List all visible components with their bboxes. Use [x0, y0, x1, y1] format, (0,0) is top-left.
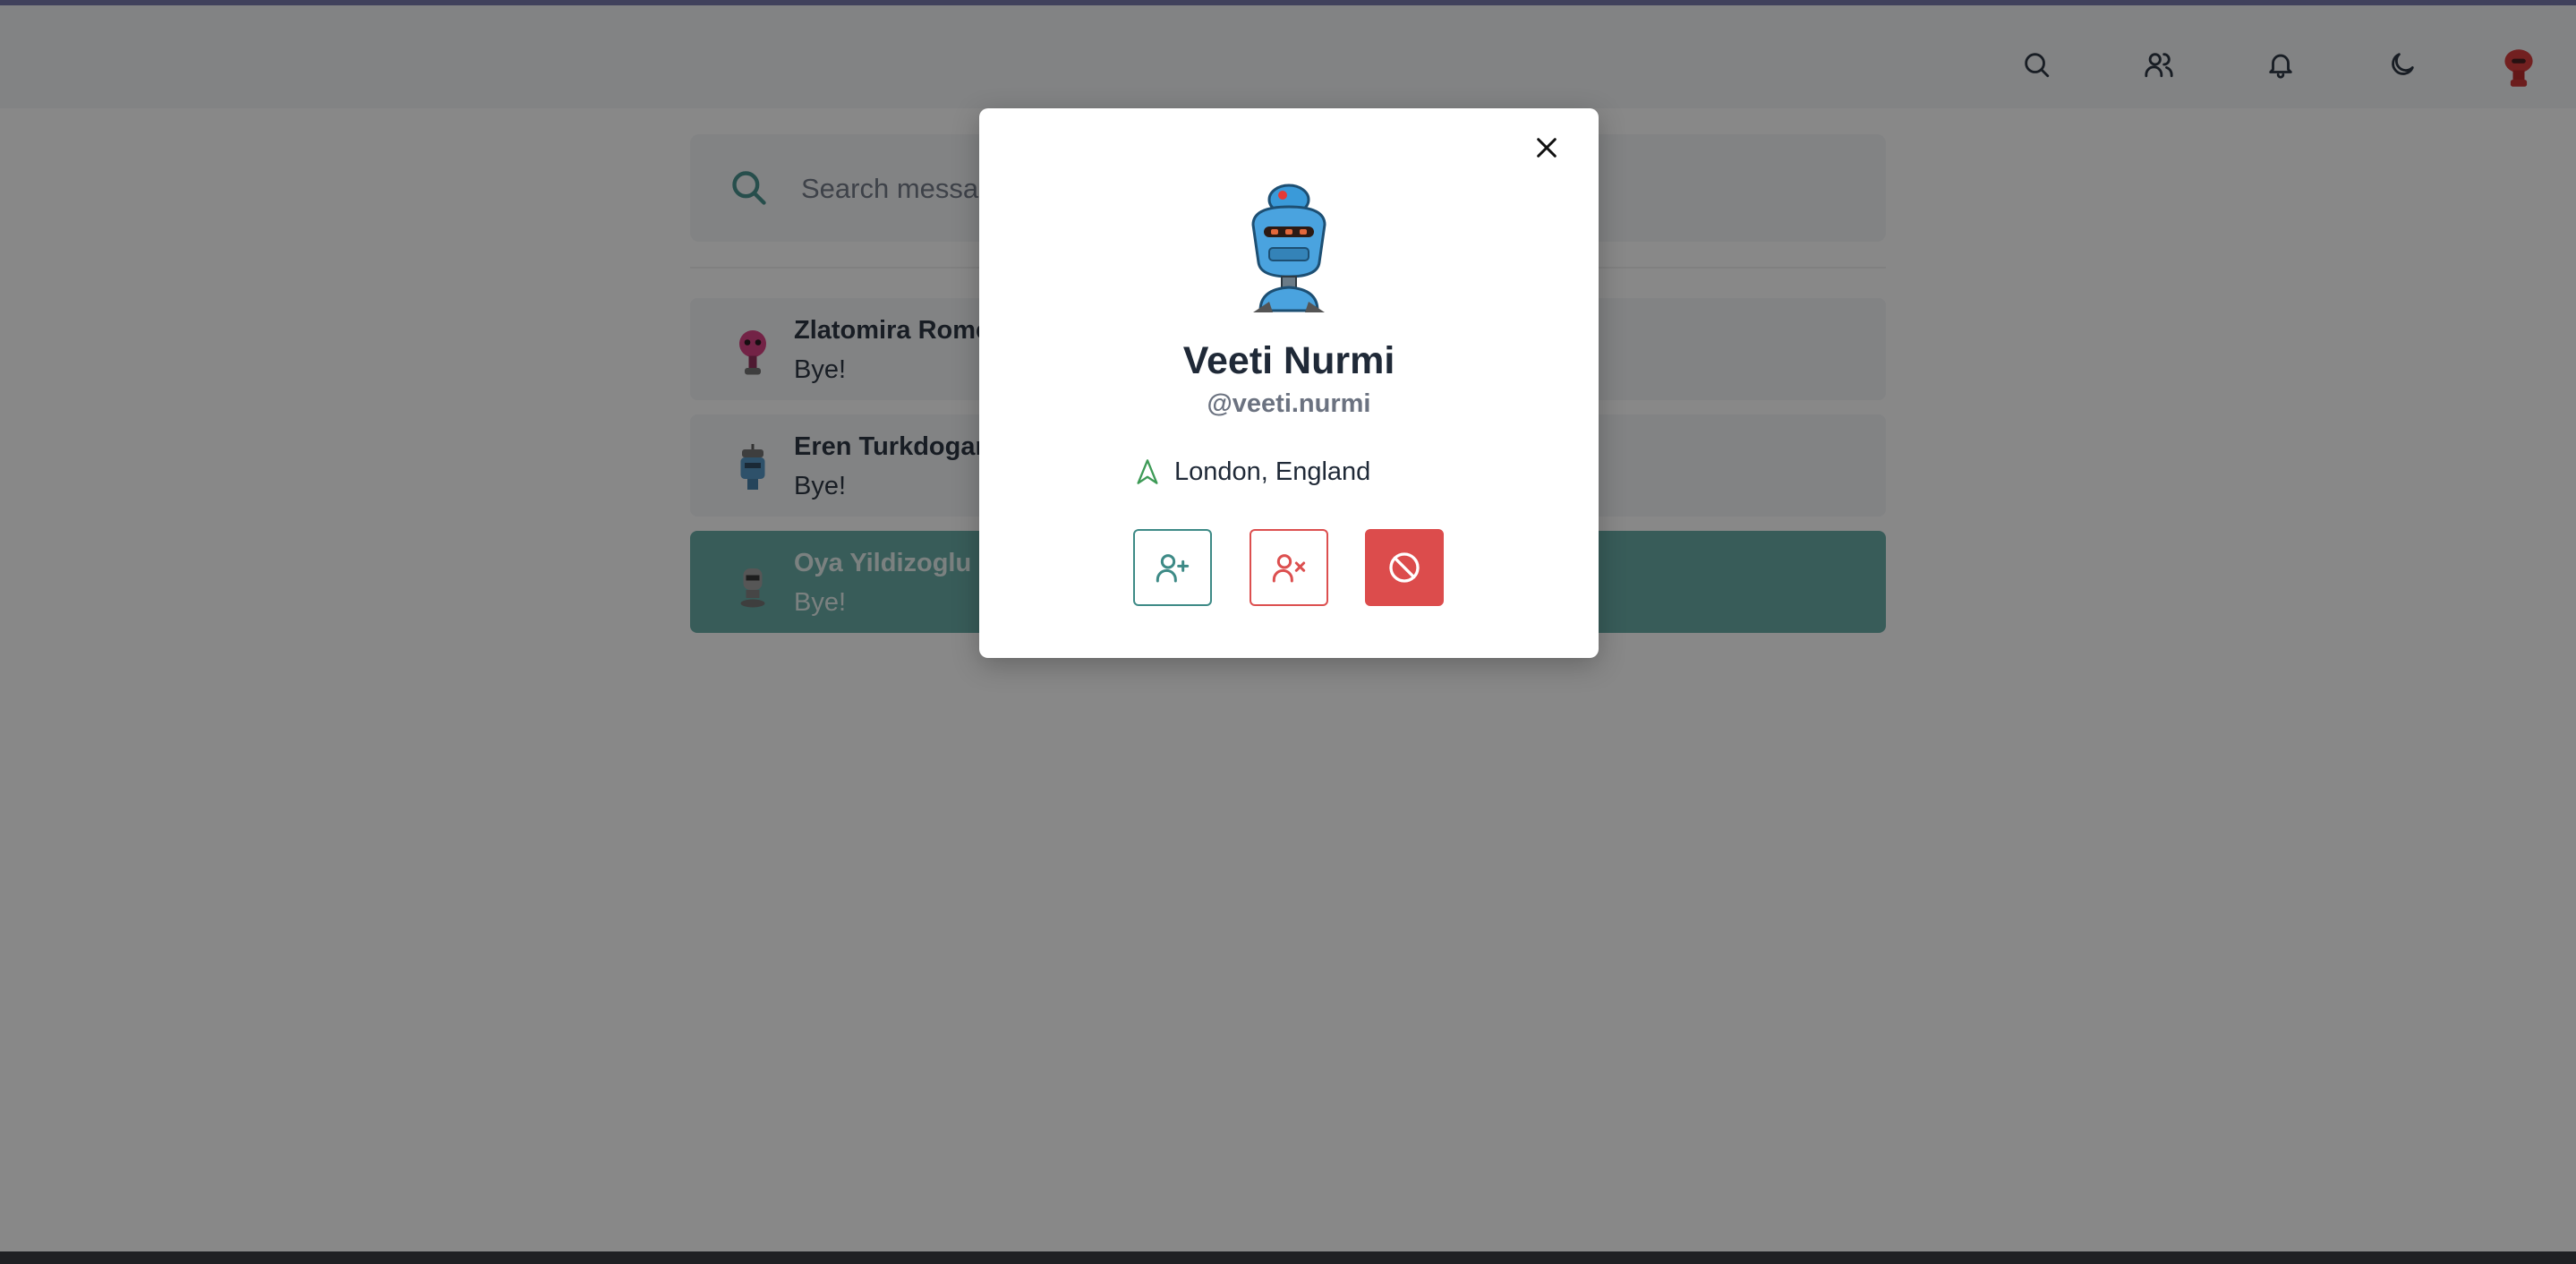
add-friend-button[interactable] — [1133, 529, 1212, 606]
profile-avatar — [1251, 184, 1326, 312]
remove-friend-button[interactable] — [1250, 529, 1328, 606]
profile-handle: @veeti.nurmi — [1207, 389, 1371, 418]
user-plus-icon — [1156, 554, 1190, 583]
profile-name: Veeti Nurmi — [1182, 339, 1395, 382]
location-text: London, England — [1174, 457, 1371, 486]
profile-location: London, England — [1135, 454, 1370, 490]
profile-modal: Veeti Nurmi @veeti.nurmi London, England — [979, 108, 1599, 658]
user-x-icon — [1272, 554, 1306, 583]
ban-icon — [1389, 552, 1420, 583]
close-icon[interactable] — [1529, 130, 1565, 166]
block-user-button[interactable] — [1365, 529, 1444, 606]
navigation-arrow-icon — [1137, 459, 1158, 484]
window-bottom-border — [0, 1251, 2576, 1264]
